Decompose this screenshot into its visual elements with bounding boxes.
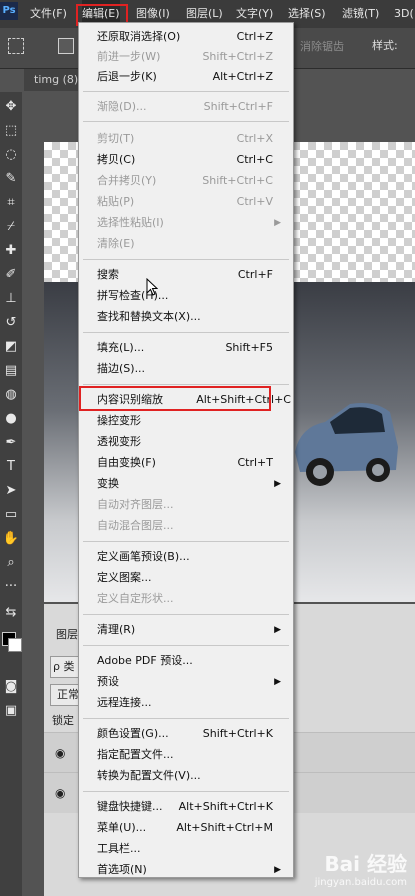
hand-tool-icon[interactable]: ✋ [2, 530, 20, 548]
menu-item-clear[interactable]: 清除(E) [97, 234, 283, 254]
marquee-tool-icon[interactable]: ⬚ [2, 122, 20, 140]
menu-item-step-forward[interactable]: 前进一步(W) Shift+Ctrl+Z [97, 47, 283, 67]
menu-item-paste-special[interactable]: 选择性粘贴(I) ▶ [97, 213, 283, 233]
layers-tab[interactable]: 图层 [56, 626, 78, 642]
menu-item-define-pattern[interactable]: 定义图案... [97, 568, 283, 588]
menu-item-purge[interactable]: 清理(R) ▶ [97, 620, 283, 640]
shape-tool-icon[interactable]: ▭ [2, 506, 20, 524]
menu-item-search[interactable]: 搜索 Ctrl+F [97, 265, 283, 285]
menu-item-puppet-warp[interactable]: 操控变形 [97, 411, 283, 431]
new-selection-icon[interactable] [58, 38, 74, 54]
car-image [295, 403, 398, 486]
submenu-arrow-icon: ▶ [274, 479, 281, 489]
type-tool-icon[interactable]: T [2, 458, 20, 476]
blur-tool-icon[interactable]: ◍ [2, 386, 20, 404]
gradient-tool-icon[interactable]: ▤ [2, 362, 20, 380]
menu-separator [83, 718, 289, 719]
menu-separator [83, 614, 289, 615]
menu-item-toolbar[interactable]: 工具栏... [97, 839, 283, 859]
mouse-cursor-icon [146, 278, 158, 296]
menu-item-copy-merged[interactable]: 合并拷贝(Y) Shift+Ctrl+C [97, 171, 283, 191]
menu-separator [83, 259, 289, 260]
dodge-tool-icon[interactable]: ● [2, 410, 20, 428]
menu-item-paste[interactable]: 粘贴(P) Ctrl+V [97, 192, 283, 212]
menu-item-preferences[interactable]: 首选项(N) ▶ [97, 860, 283, 880]
more-tools-icon[interactable]: ··· [2, 578, 20, 596]
menu-file[interactable]: 文件(F) [30, 0, 67, 28]
photoshop-logo: Ps [0, 2, 18, 20]
lock-label: 锁定 [52, 714, 74, 727]
brush-tool-icon[interactable]: ✐ [2, 266, 20, 284]
menu-item-auto-blend[interactable]: 自动混合图层... [97, 516, 283, 536]
background-color-swatch[interactable] [8, 638, 22, 652]
menu-separator [83, 91, 289, 92]
menu-item-stroke[interactable]: 描边(S)... [97, 359, 283, 379]
submenu-arrow-icon: ▶ [274, 865, 281, 875]
menu-item-perspective-warp[interactable]: 透视变形 [97, 432, 283, 452]
menu-item-color-settings[interactable]: 颜色设置(G)... Shift+Ctrl+K [97, 724, 283, 744]
anti-alias-option[interactable]: 消除锯齿 [300, 38, 344, 54]
menu-item-undo[interactable]: 还原取消选择(O) Ctrl+Z [97, 27, 283, 47]
menu-item-menus[interactable]: 菜单(U)... Alt+Shift+Ctrl+M [97, 818, 283, 838]
edit-menu-dropdown: 还原取消选择(O) Ctrl+Z 前进一步(W) Shift+Ctrl+Z 后退一步… [78, 22, 294, 878]
menu-item-cut[interactable]: 剪切(T) Ctrl+X [97, 129, 283, 149]
path-select-icon[interactable]: ➤ [2, 482, 20, 500]
tools-panel: ✥ ⬚ ◌ ✎ ⌗ ⌿ ✚ ✐ ⊥ ↺ ◩ ▤ ◍ ● ✒ T ➤ ▭ ✋ ⌕ … [0, 92, 22, 896]
menu-separator [83, 645, 289, 646]
quick-select-icon[interactable]: ✎ [2, 170, 20, 188]
visibility-eye-icon[interactable]: ◉ [55, 746, 65, 760]
menu-separator [83, 791, 289, 792]
content-aware-scale-highlight [79, 386, 271, 411]
crop-tool-icon[interactable]: ⌗ [2, 194, 20, 212]
menu-item-free-transform[interactable]: 自由变换(F) Ctrl+T [97, 453, 283, 473]
submenu-arrow-icon: ▶ [274, 625, 281, 635]
layer-filter-kind[interactable]: ρ 类 [50, 656, 80, 678]
menu-item-fade[interactable]: 渐隐(D)... Shift+Ctrl+F [97, 97, 283, 117]
menu-item-presets[interactable]: 预设 ▶ [97, 672, 283, 692]
menu-item-spell-check[interactable]: 拼写检查(H)... [97, 286, 283, 306]
menu-item-pdf-presets[interactable]: Adobe PDF 预设... [97, 651, 283, 671]
menu-item-auto-align[interactable]: 自动对齐图层... [97, 495, 283, 515]
eyedropper-icon[interactable]: ⌿ [2, 218, 20, 236]
marquee-tool-icon[interactable] [8, 38, 24, 54]
menu-separator [83, 541, 289, 542]
submenu-arrow-icon: ▶ [274, 677, 281, 687]
watermark-url: jingyan.baidu.com [314, 877, 407, 888]
screen-mode-icon[interactable]: ▣ [2, 702, 20, 720]
healing-brush-icon[interactable]: ✚ [2, 242, 20, 260]
move-tool-icon[interactable]: ✥ [2, 98, 20, 116]
quick-mask-icon[interactable]: ◙ [2, 678, 20, 696]
menu-item-keyboard-shortcuts[interactable]: 键盘快捷键... Alt+Shift+Ctrl+K [97, 797, 283, 817]
pen-tool-icon[interactable]: ✒ [2, 434, 20, 452]
history-brush-icon[interactable]: ↺ [2, 314, 20, 332]
zoom-tool-icon[interactable]: ⌕ [2, 554, 20, 572]
menu-item-step-backward[interactable]: 后退一步(K) Alt+Ctrl+Z [97, 67, 283, 87]
menu-item-assign-profile[interactable]: 指定配置文件... [97, 745, 283, 765]
menu-item-convert-profile[interactable]: 转换为配置文件(V)... [97, 766, 283, 786]
style-label: 样式: [372, 39, 398, 52]
stamp-tool-icon[interactable]: ⊥ [2, 290, 20, 308]
visibility-eye-icon[interactable]: ◉ [55, 786, 65, 800]
menu-item-find-replace[interactable]: 查找和替换文本(X)... [97, 307, 283, 327]
menu-3d[interactable]: 3D( [394, 0, 414, 28]
menu-separator [83, 121, 289, 122]
menu-item-fill[interactable]: 填充(L)... Shift+F5 [97, 338, 283, 358]
watermark: Bai 经验 jingyan.baidu.com [315, 848, 407, 888]
menu-item-copy[interactable]: 拷贝(C) Ctrl+C [97, 150, 283, 170]
menu-item-transform[interactable]: 变换 ▶ [97, 474, 283, 494]
menu-separator [83, 384, 289, 385]
menu-filter[interactable]: 滤镜(T) [342, 0, 379, 28]
lasso-tool-icon[interactable]: ◌ [2, 146, 20, 164]
menu-item-remote-connections[interactable]: 远程连接... [97, 693, 283, 713]
menu-item-define-brush[interactable]: 定义画笔预设(B)... [97, 547, 283, 567]
menu-separator [83, 332, 289, 333]
eraser-tool-icon[interactable]: ◩ [2, 338, 20, 356]
submenu-arrow-icon: ▶ [274, 218, 281, 228]
swap-colors-icon[interactable]: ⇆ [2, 604, 20, 622]
menu-item-define-shape[interactable]: 定义自定形状... [97, 589, 283, 609]
watermark-logo: Bai 经验 [324, 852, 407, 876]
